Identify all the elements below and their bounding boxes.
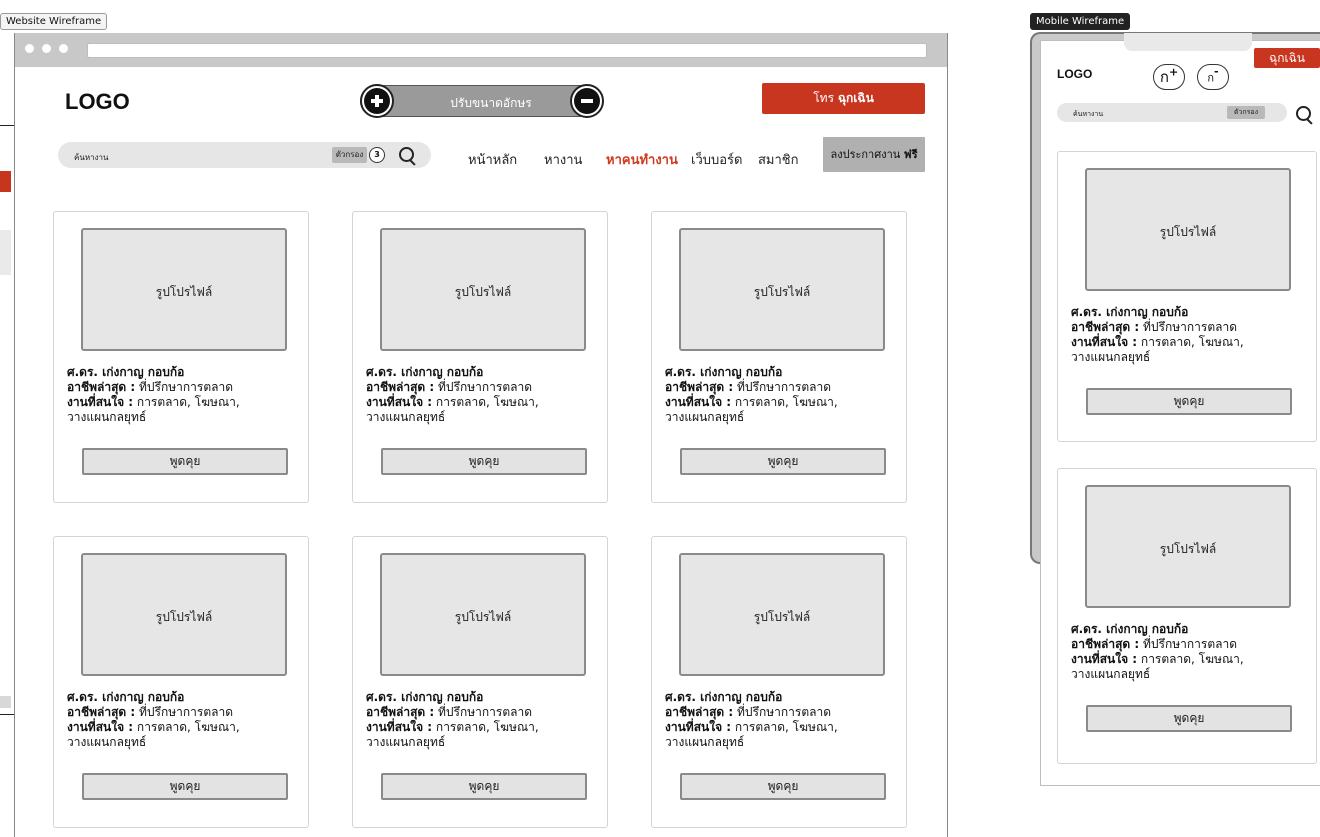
profile-card: รูปโปรไฟล์ ศ.ดร. เก่งกาญ กอบก้อ อาชีพล่า… — [352, 211, 608, 503]
desktop-frame: LOGO ปรับขนาดอักษร โทร ฉุกเฉิน ค้นหางาน … — [14, 33, 948, 837]
mobile-profile-card: รูปโปรไฟล์ ศ.ดร. เก่งกาญ กอบก้อ อาชีพล่า… — [1057, 468, 1317, 764]
search-input[interactable]: ค้นหางาน — [74, 151, 108, 164]
profile-info: ศ.ดร. เก่งกาญ กอบก้อ อาชีพล่าสุด : ที่ปร… — [1071, 305, 1244, 364]
post-job-highlight: ฟรี — [903, 148, 918, 161]
profile-photo: รูปโปรไฟล์ — [1085, 485, 1291, 608]
mobile-search-bar[interactable]: ค้นหางาน ตัวกรอง — [1057, 103, 1287, 122]
profile-name: ศ.ดร. เก่งกาญ กอบก้อ — [1071, 622, 1189, 636]
profile-photo: รูปโปรไฟล์ — [679, 553, 885, 676]
profile-name: ศ.ดร. เก่งกาญ กอบก้อ — [1071, 305, 1189, 319]
minus-icon — [574, 88, 600, 114]
profile-info: ศ.ดร. เก่งกาญ กอบก้อ อาชีพล่าสุด : ที่ปร… — [1071, 622, 1244, 681]
nav-webboard[interactable]: เว็บบอร์ด — [691, 149, 742, 170]
profile-photo: รูปโปรไฟล์ — [380, 228, 586, 351]
emergency-highlight: ฉุกเฉิน — [837, 91, 874, 105]
profile-photo: รูปโปรไฟล์ — [81, 228, 287, 351]
filter-label: ตัวกรอง — [335, 150, 364, 159]
plus-icon — [364, 88, 390, 114]
profile-card: รูปโปรไฟล์ ศ.ดร. เก่งกาญ กอบก้อ อาชีพล่า… — [53, 536, 309, 828]
profile-card: รูปโปรไฟล์ ศ.ดร. เก่งกาญ กอบก้อ อาชีพล่า… — [352, 536, 608, 828]
mobile-search-input[interactable]: ค้นหางาน — [1073, 109, 1103, 120]
mobile-decrease-font-button[interactable]: ก- — [1197, 64, 1229, 90]
profile-info: ศ.ดร. เก่งกาญ กอบก้อ อาชีพล่าสุด : ที่ปร… — [366, 365, 539, 424]
font-size-label: ปรับขนาดอักษร — [450, 96, 532, 110]
search-bar[interactable]: ค้นหางาน ตัวกรอง 3 — [58, 142, 431, 168]
mobile-increase-font-button[interactable]: ก+ — [1153, 64, 1185, 90]
profile-name: ศ.ดร. เก่งกาญ กอบก้อ — [665, 690, 783, 704]
profile-name: ศ.ดร. เก่งกาญ กอบก้อ — [366, 690, 484, 704]
profile-name: ศ.ดร. เก่งกาญ กอบก้อ — [665, 365, 783, 379]
profile-name: ศ.ดร. เก่งกาญ กอบก้อ — [67, 690, 185, 704]
nav-find-job[interactable]: หางาน — [544, 149, 582, 170]
profile-photo: รูปโปรไฟล์ — [679, 228, 885, 351]
profile-card: รูปโปรไฟล์ ศ.ดร. เก่งกาญ กอบก้อ อาชีพล่า… — [651, 536, 907, 828]
decrease-font-button[interactable] — [570, 84, 604, 118]
filter-count-badge: 3 — [369, 147, 385, 163]
chat-button[interactable]: พูดคุย — [680, 773, 886, 800]
nav-find-worker[interactable]: หาคนทำงาน — [606, 149, 678, 170]
profile-photo: รูปโปรไฟล์ — [1085, 168, 1291, 291]
chat-button[interactable]: พูดคุย — [680, 448, 886, 475]
profile-info: ศ.ดร. เก่งกาญ กอบก้อ อาชีพล่าสุด : ที่ปร… — [665, 365, 838, 424]
window-dot — [25, 44, 34, 53]
profile-photo: รูปโปรไฟล์ — [81, 553, 287, 676]
font-size-control: ปรับขนาดอักษร — [360, 84, 604, 118]
window-dot — [42, 44, 51, 53]
emergency-prefix: โทร — [813, 91, 835, 105]
profile-info: ศ.ดร. เก่งกาญ กอบก้อ อาชีพล่าสุด : ที่ปร… — [67, 690, 240, 749]
nav-home[interactable]: หน้าหลัก — [468, 149, 517, 170]
post-job-button[interactable]: ลงประกาศงาน ฟรี — [823, 137, 925, 172]
profile-card: รูปโปรไฟล์ ศ.ดร. เก่งกาญ กอบก้อ อาชีพล่า… — [651, 211, 907, 503]
profile-name: ศ.ดร. เก่งกาญ กอบก้อ — [67, 365, 185, 379]
chat-button[interactable]: พูดคุย — [381, 448, 587, 475]
filter-button[interactable]: ตัวกรอง — [332, 147, 367, 163]
background-frame — [0, 125, 15, 715]
browser-titlebar — [15, 33, 947, 67]
mobile-profile-card: รูปโปรไฟล์ ศ.ดร. เก่งกาญ กอบก้อ อาชีพล่า… — [1057, 151, 1317, 442]
mobile-emergency-button[interactable]: ฉุกเฉิน — [1254, 48, 1320, 68]
profile-card: รูปโปรไฟล์ ศ.ดร. เก่งกาญ กอบก้อ อาชีพล่า… — [53, 211, 309, 503]
nav-member[interactable]: สมาชิก — [758, 149, 799, 170]
chat-button[interactable]: พูดคุย — [82, 773, 288, 800]
post-job-prefix: ลงประกาศงาน — [830, 148, 901, 161]
mobile-wireframe-label: Mobile Wireframe — [1030, 13, 1131, 30]
profile-name: ศ.ดร. เก่งกาญ กอบก้อ — [366, 365, 484, 379]
profile-info: ศ.ดร. เก่งกาญ กอบก้อ อาชีพล่าสุด : ที่ปร… — [366, 690, 539, 749]
chat-button[interactable]: พูดคุย — [381, 773, 587, 800]
profile-info: ศ.ดร. เก่งกาญ กอบก้อ อาชีพล่าสุด : ที่ปร… — [665, 690, 838, 749]
mobile-notch — [1124, 33, 1252, 51]
logo[interactable]: LOGO — [65, 89, 130, 115]
chat-button[interactable]: พูดคุย — [1086, 388, 1292, 415]
mobile-filter-button[interactable]: ตัวกรอง — [1227, 106, 1265, 119]
website-wireframe-label: Website Wireframe — [0, 13, 108, 30]
address-bar[interactable] — [87, 43, 927, 58]
increase-font-button[interactable] — [360, 84, 394, 118]
profile-info: ศ.ดร. เก่งกาญ กอบก้อ อาชีพล่าสุด : ที่ปร… — [67, 365, 240, 424]
mobile-logo[interactable]: LOGO — [1057, 67, 1092, 81]
chat-button[interactable]: พูดคุย — [1086, 705, 1292, 732]
profile-photo: รูปโปรไฟล์ — [380, 553, 586, 676]
window-dot — [59, 44, 68, 53]
chat-button[interactable]: พูดคุย — [82, 448, 288, 475]
emergency-call-button[interactable]: โทร ฉุกเฉิน — [762, 83, 925, 114]
